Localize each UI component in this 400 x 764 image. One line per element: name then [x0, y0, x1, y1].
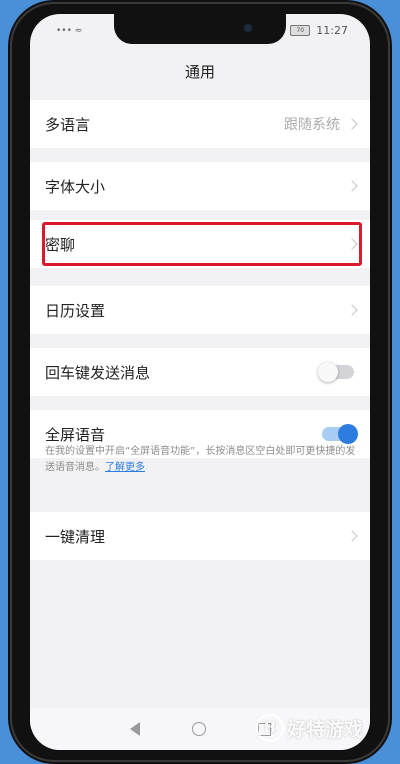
back-icon[interactable]: [129, 722, 140, 736]
chevron-right-icon: [346, 118, 358, 130]
row-value: 跟随系统: [284, 117, 340, 133]
chevron-right-icon: [346, 180, 358, 192]
toggle-knob: [338, 424, 358, 444]
chevron-right-icon: [346, 304, 358, 316]
front-camera: [244, 24, 252, 32]
row-label: 一键清理: [45, 527, 106, 546]
phone-screen: ••• ≈ 70 11:27 通用 多语言 跟随系统 字体大小 密聊 日历设置: [30, 14, 370, 750]
signal-icon: ••• ≈: [56, 26, 83, 36]
settings-row-enter-send: 回车键发送消息: [30, 348, 370, 396]
battery-icon: 70: [290, 25, 311, 36]
settings-row-calendar[interactable]: 日历设置: [30, 286, 370, 334]
toggle-knob: [318, 362, 338, 382]
watermark: H 好特游戏: [256, 714, 363, 742]
learn-more-link[interactable]: 了解更多: [105, 462, 145, 473]
settings-row-clear[interactable]: 一键清理: [30, 512, 370, 560]
fullscreen-voice-hint: 在我的设置中开启“全屏语音功能”，长按消息区空白处即可更快捷的发送语音消息。了解…: [45, 444, 357, 476]
watermark-text: 好特游戏: [287, 718, 364, 741]
chevron-right-icon: [346, 530, 358, 542]
settings-row-language[interactable]: 多语言 跟随系统: [30, 100, 370, 148]
hint-text: 在我的设置中开启“全屏语音功能”，长按消息区空白处即可更快捷的发送语音消息。: [45, 446, 356, 473]
fullscreen-voice-toggle[interactable]: [322, 424, 358, 444]
row-label: 字体大小: [45, 177, 106, 196]
row-label: 回车键发送消息: [45, 363, 151, 382]
status-bar-left: ••• ≈: [56, 26, 82, 36]
home-icon[interactable]: [191, 722, 206, 736]
phone-frame: ••• ≈ 70 11:27 通用 多语言 跟随系统 字体大小 密聊 日历设置: [8, 0, 392, 764]
row-label: 日历设置: [45, 301, 106, 320]
status-bar-right: 70 11:27: [290, 24, 348, 37]
highlight-box: [42, 222, 362, 266]
page-title: 通用: [30, 54, 370, 90]
notch: [114, 14, 286, 44]
row-label: 全屏语音: [45, 425, 106, 444]
settings-row-font-size[interactable]: 字体大小: [30, 162, 370, 210]
row-label: 多语言: [45, 115, 91, 134]
watermark-logo-icon: H: [256, 714, 284, 742]
enter-send-toggle[interactable]: [318, 362, 354, 382]
status-time: 11:27: [316, 24, 348, 37]
